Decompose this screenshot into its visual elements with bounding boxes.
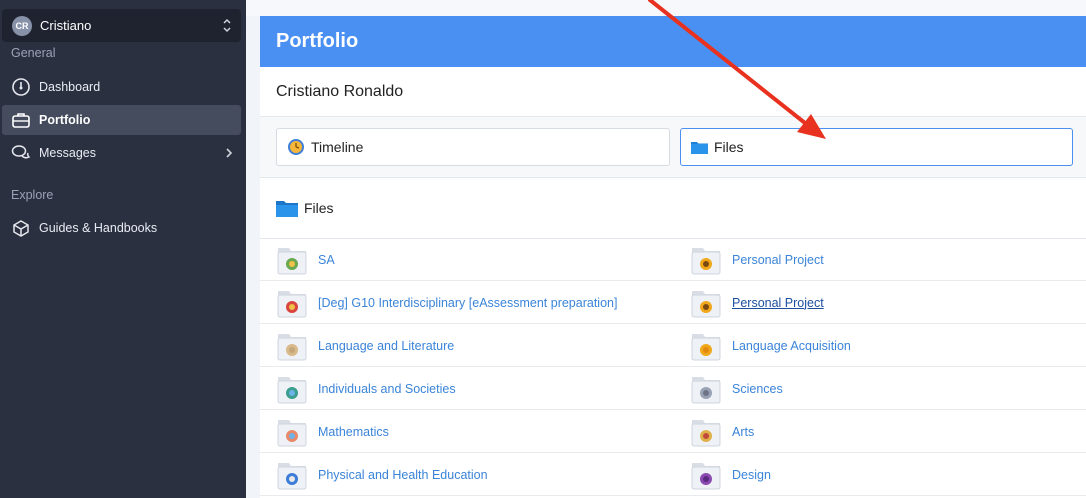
sidebar-item-label: Dashboard: [39, 80, 101, 94]
section-label-general: General: [11, 46, 56, 60]
user-name: Cristiano: [40, 18, 92, 33]
folder-label: Personal Project: [732, 252, 824, 267]
folder-label: SA: [318, 252, 335, 267]
folder-label: Sciences: [732, 381, 783, 396]
subject-folder-icon: [690, 459, 722, 491]
sidebar: CR Cristiano General Dashboard Portfolio…: [0, 0, 246, 498]
table-row: [Deg] G10 Interdisciplinary [eAssessment…: [260, 281, 1086, 324]
avatar: CR: [12, 15, 32, 36]
tab-label: Timeline: [311, 139, 364, 155]
sidebar-item-guides[interactable]: Guides & Handbooks: [2, 213, 241, 243]
subject-folder-icon: [690, 373, 722, 405]
table-row: Mathematics Arts: [260, 410, 1086, 453]
tab-files[interactable]: Files: [680, 128, 1073, 166]
subject-folder-icon: [690, 244, 722, 276]
cube-icon: [11, 218, 31, 238]
folder-link[interactable]: Language and Literature: [276, 324, 454, 367]
top-strip: [246, 0, 1086, 16]
folder-label: Arts: [732, 424, 755, 439]
folder-link[interactable]: Personal Project: [690, 281, 824, 324]
subject-folder-icon: [276, 330, 308, 362]
briefcase-icon: [11, 110, 31, 130]
folder-label: Design: [732, 467, 771, 482]
folders-grid: SA Personal Project [Deg] G10 Interdiscipl…: [260, 238, 1086, 496]
subject-folder-icon: [276, 244, 308, 276]
folder-link[interactable]: Design: [690, 453, 771, 496]
folder-icon: [691, 140, 708, 154]
folder-link[interactable]: Arts: [690, 410, 754, 453]
dashboard-icon: [11, 77, 31, 97]
subject-folder-icon: [276, 416, 308, 448]
folder-link[interactable]: [Deg] G10 Interdisciplinary [eAssessment…: [276, 281, 617, 324]
chevron-right-icon: [226, 148, 233, 158]
section-label-explore: Explore: [11, 188, 54, 202]
folder-link[interactable]: Sciences: [690, 367, 783, 410]
table-row: Physical and Health Education Design: [260, 453, 1086, 496]
user-switcher[interactable]: CR Cristiano: [2, 9, 241, 42]
student-name: Cristiano Ronaldo: [260, 67, 1086, 117]
sidebar-item-label: Portfolio: [39, 113, 91, 127]
sidebar-item-portfolio[interactable]: Portfolio: [2, 105, 241, 135]
subject-folder-icon: [276, 373, 308, 405]
chat-icon: [11, 143, 31, 163]
folder-label: Physical and Health Education: [318, 467, 488, 482]
sidebar-item-dashboard[interactable]: Dashboard: [2, 72, 241, 102]
subject-folder-icon: [690, 416, 722, 448]
folder-label: Language and Literature: [318, 338, 455, 353]
timeline-icon: [287, 138, 305, 156]
subject-folder-icon: [690, 287, 722, 319]
portfolio-panel: Portfolio Cristiano Ronaldo Timeline Fil…: [260, 16, 1086, 498]
sidebar-item-label: Messages: [39, 146, 96, 160]
folder-link[interactable]: SA: [276, 238, 335, 281]
sidebar-item-messages[interactable]: Messages: [2, 138, 241, 168]
folder-link[interactable]: Mathematics: [276, 410, 389, 453]
folder-label: Language Acquisition: [732, 338, 851, 353]
subject-folder-icon: [690, 330, 722, 362]
folder-label: [Deg] G10 Interdisciplinary [eAssessment…: [318, 295, 618, 310]
folder-link[interactable]: Physical and Health Education: [276, 453, 488, 496]
folder-link[interactable]: Individuals and Societies: [276, 367, 456, 410]
folder-icon: [276, 200, 298, 217]
table-row: Language and Literature Language Acquisit…: [260, 324, 1086, 367]
tab-label: Files: [714, 139, 744, 155]
folder-label: Mathematics: [318, 424, 389, 439]
files-section-heading: Files: [260, 178, 1086, 239]
subject-folder-icon: [276, 287, 308, 319]
folder-link[interactable]: Personal Project: [690, 238, 824, 281]
chevron-updown-icon: [223, 18, 231, 33]
folder-link[interactable]: Language Acquisition: [690, 324, 851, 367]
subject-folder-icon: [276, 459, 308, 491]
sidebar-item-label: Guides & Handbooks: [39, 221, 158, 235]
table-row: Individuals and Societies Sciences: [260, 367, 1086, 410]
table-row: SA Personal Project: [260, 238, 1086, 281]
folder-label: Personal Project: [732, 295, 824, 310]
tab-timeline[interactable]: Timeline: [276, 128, 670, 166]
page-title: Portfolio: [260, 16, 1086, 67]
folder-label: Individuals and Societies: [318, 381, 456, 396]
tab-row: Timeline Files: [260, 117, 1086, 178]
files-heading-label: Files: [304, 200, 334, 216]
